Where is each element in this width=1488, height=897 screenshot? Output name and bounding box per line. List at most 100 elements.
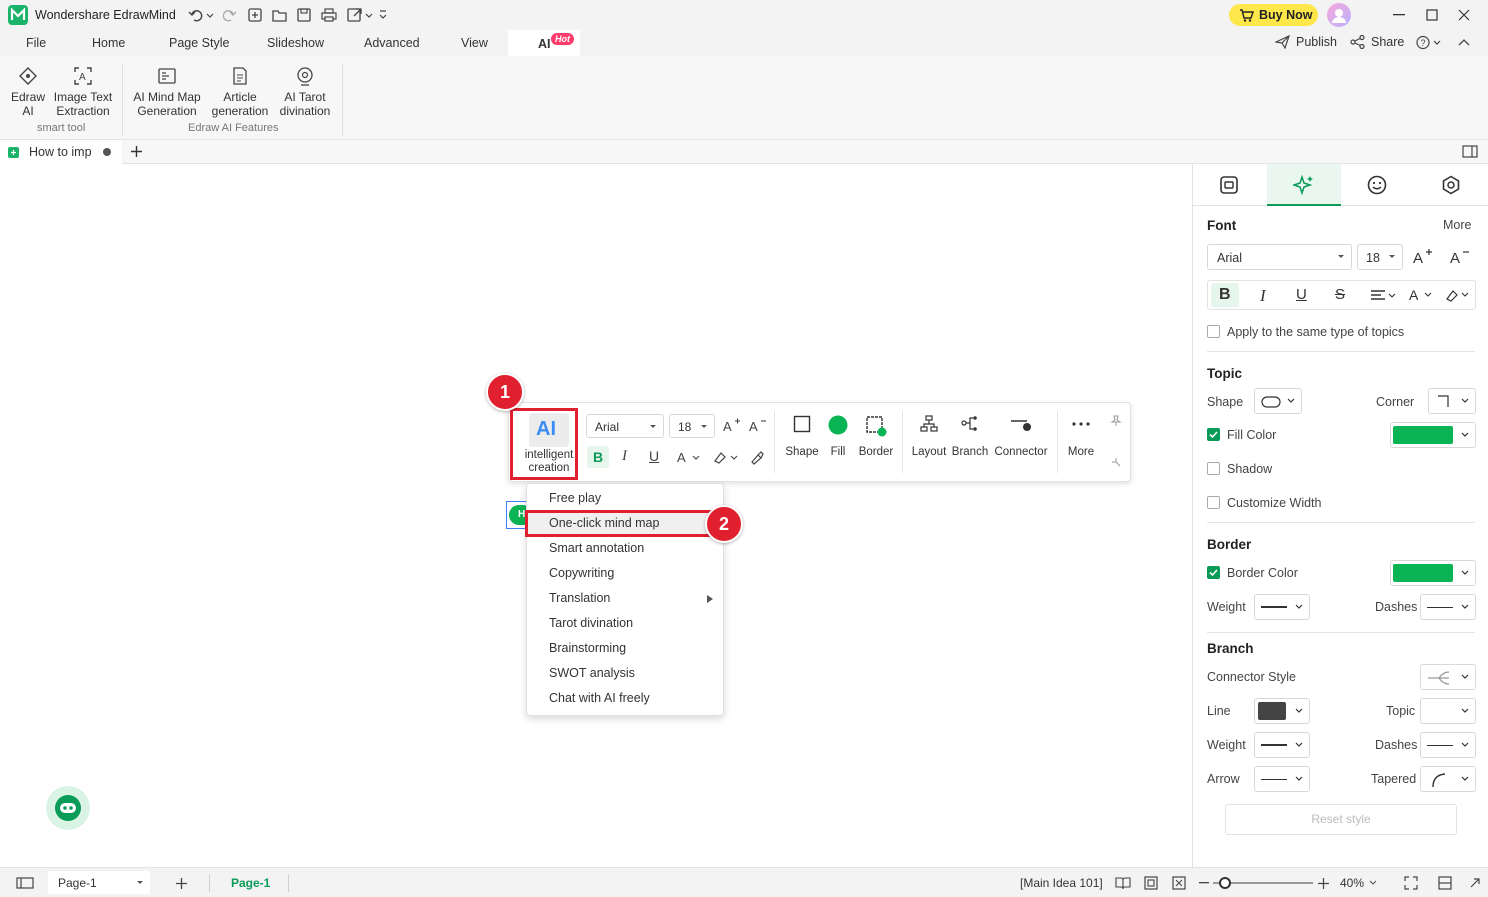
menu-page-style[interactable]: Page Style bbox=[169, 36, 229, 50]
unsaved-dot-icon[interactable] bbox=[103, 148, 111, 156]
document-tab[interactable]: How to imp bbox=[0, 140, 122, 164]
share-button[interactable]: Share bbox=[1350, 35, 1404, 49]
topic-style-tab-icon[interactable] bbox=[1219, 175, 1239, 195]
menu-item-brainstorming[interactable]: Brainstorming bbox=[527, 636, 724, 661]
apply-same-type-checkbox[interactable] bbox=[1207, 325, 1220, 338]
help-icon[interactable]: ? bbox=[1416, 35, 1444, 50]
menu-home[interactable]: Home bbox=[92, 36, 125, 50]
ai-tarot-divination-button[interactable]: AI Tarot divination bbox=[274, 66, 336, 118]
menu-item-copywriting[interactable]: Copywriting bbox=[527, 561, 724, 586]
toolbar-size-select[interactable]: 18 bbox=[669, 414, 715, 438]
page-select[interactable]: Page-1 bbox=[48, 871, 150, 894]
toolbar-layout-button[interactable]: Layout bbox=[910, 415, 948, 458]
pin-icon[interactable] bbox=[1110, 415, 1122, 427]
menu-view[interactable]: View bbox=[461, 36, 488, 50]
toolbar-font-select[interactable]: Arial bbox=[586, 414, 664, 438]
close-icon[interactable] bbox=[1458, 9, 1470, 21]
chevron-down-icon[interactable] bbox=[1369, 880, 1377, 886]
fill-color-picker[interactable] bbox=[1390, 422, 1476, 448]
decrease-font-icon[interactable]: A bbox=[749, 417, 767, 433]
fullscreen-icon[interactable] bbox=[1404, 876, 1418, 890]
fit-width-icon[interactable] bbox=[1172, 876, 1186, 890]
font-color-icon[interactable]: A bbox=[676, 449, 702, 465]
new-file-icon[interactable] bbox=[248, 8, 262, 22]
export-icon[interactable] bbox=[347, 7, 375, 22]
tapered-select[interactable] bbox=[1420, 766, 1476, 792]
publish-button[interactable]: Publish bbox=[1275, 35, 1337, 49]
panel-bold-button[interactable]: B bbox=[1211, 283, 1239, 307]
canvas[interactable]: H AI intelligent creation Arial 18 A A B… bbox=[0, 164, 1192, 867]
menu-item-tarot-divination[interactable]: Tarot divination bbox=[527, 611, 724, 636]
page-tab-active[interactable]: Page-1 bbox=[231, 876, 270, 890]
maximize-icon[interactable] bbox=[1426, 9, 1438, 21]
redo-icon[interactable] bbox=[223, 8, 237, 22]
connector-style-select[interactable] bbox=[1420, 664, 1476, 690]
collapse-toolbar-icon[interactable] bbox=[1111, 457, 1121, 467]
toolbar-connector-button[interactable]: Connector bbox=[993, 415, 1049, 458]
fill-color-checkbox[interactable] bbox=[1207, 428, 1220, 441]
presentation-icon[interactable] bbox=[1438, 876, 1452, 890]
arrow-select[interactable] bbox=[1254, 766, 1310, 792]
menu-item-chat-with-ai[interactable]: Chat with AI freely bbox=[527, 686, 724, 711]
increase-font-size-icon[interactable]: A bbox=[1413, 248, 1433, 266]
panel-strikethrough-icon[interactable]: S bbox=[1335, 286, 1345, 303]
buy-now-button[interactable]: Buy Now bbox=[1229, 4, 1318, 26]
settings-tab-icon[interactable] bbox=[1441, 175, 1461, 195]
border-dashes-select[interactable] bbox=[1420, 594, 1476, 620]
toolbar-shape-button[interactable]: Shape bbox=[783, 415, 821, 458]
undo-icon[interactable] bbox=[188, 8, 214, 22]
shadow-checkbox[interactable] bbox=[1207, 462, 1220, 475]
expand-corner-icon[interactable] bbox=[1468, 876, 1482, 890]
panel-align-icon[interactable] bbox=[1370, 289, 1396, 303]
toolbar-fill-button[interactable]: Fill bbox=[822, 415, 854, 458]
fit-page-icon[interactable] bbox=[1144, 876, 1158, 890]
zoom-in-icon[interactable] bbox=[1318, 878, 1329, 889]
menu-file[interactable]: File bbox=[26, 36, 46, 50]
reset-style-button[interactable]: Reset style bbox=[1225, 804, 1457, 835]
menu-item-smart-annotation[interactable]: Smart annotation bbox=[527, 536, 724, 561]
branch-weight-select[interactable] bbox=[1254, 732, 1310, 758]
font-more-link[interactable]: More bbox=[1443, 218, 1471, 232]
ai-assistant-button[interactable] bbox=[46, 786, 90, 830]
image-text-extraction-button[interactable]: A Image Text Extraction bbox=[52, 66, 114, 118]
edraw-ai-button[interactable]: Edraw AI bbox=[4, 66, 52, 118]
menu-advanced[interactable]: Advanced bbox=[364, 36, 420, 50]
line-topic-select[interactable] bbox=[1420, 698, 1476, 724]
toolbar-border-button[interactable]: Border bbox=[857, 415, 895, 458]
line-color-select[interactable] bbox=[1254, 698, 1310, 724]
ai-mind-map-generation-button[interactable]: AI Mind Map Generation bbox=[130, 66, 204, 118]
menu-ai-tab[interactable]: AI Hot bbox=[508, 30, 580, 56]
panel-italic-icon[interactable]: I bbox=[1260, 286, 1266, 306]
menu-item-swot-analysis[interactable]: SWOT analysis bbox=[527, 661, 724, 686]
panel-highlight-icon[interactable] bbox=[1445, 287, 1471, 303]
page-panel-icon[interactable] bbox=[16, 877, 34, 889]
menu-slideshow[interactable]: Slideshow bbox=[267, 36, 324, 50]
branch-dashes-select[interactable] bbox=[1420, 732, 1476, 758]
save-icon[interactable] bbox=[297, 8, 311, 22]
highlight-icon[interactable] bbox=[713, 449, 739, 465]
quick-access-more-icon[interactable] bbox=[379, 10, 387, 20]
increase-font-icon[interactable]: A bbox=[723, 417, 741, 433]
book-view-icon[interactable] bbox=[1115, 876, 1131, 890]
zoom-out-icon[interactable] bbox=[1199, 882, 1209, 884]
menu-item-free-play[interactable]: Free play bbox=[527, 486, 724, 511]
underline-icon[interactable]: U bbox=[649, 448, 659, 464]
menu-item-translation[interactable]: Translation bbox=[527, 586, 724, 611]
toggle-panel-icon[interactable] bbox=[1462, 145, 1478, 158]
collapse-ribbon-icon[interactable] bbox=[1458, 38, 1470, 46]
toolbar-more-button[interactable]: More bbox=[1065, 415, 1097, 458]
add-page-icon[interactable] bbox=[175, 877, 188, 890]
font-family-select[interactable]: Arial bbox=[1207, 244, 1352, 270]
bold-button[interactable]: B bbox=[587, 446, 609, 468]
new-tab-plus-icon[interactable] bbox=[130, 145, 143, 158]
format-painter-icon[interactable] bbox=[749, 449, 765, 465]
emoji-tab-icon[interactable] bbox=[1367, 175, 1387, 195]
minimize-icon[interactable] bbox=[1393, 14, 1405, 16]
font-size-select[interactable]: 18 bbox=[1357, 244, 1403, 270]
border-color-checkbox[interactable] bbox=[1207, 566, 1220, 579]
article-generation-button[interactable]: Article generation bbox=[206, 66, 274, 118]
zoom-level[interactable]: 40% bbox=[1340, 876, 1364, 890]
border-weight-select[interactable] bbox=[1254, 594, 1310, 620]
zoom-slider-handle[interactable] bbox=[1219, 877, 1231, 889]
decrease-font-size-icon[interactable]: A bbox=[1450, 248, 1470, 266]
